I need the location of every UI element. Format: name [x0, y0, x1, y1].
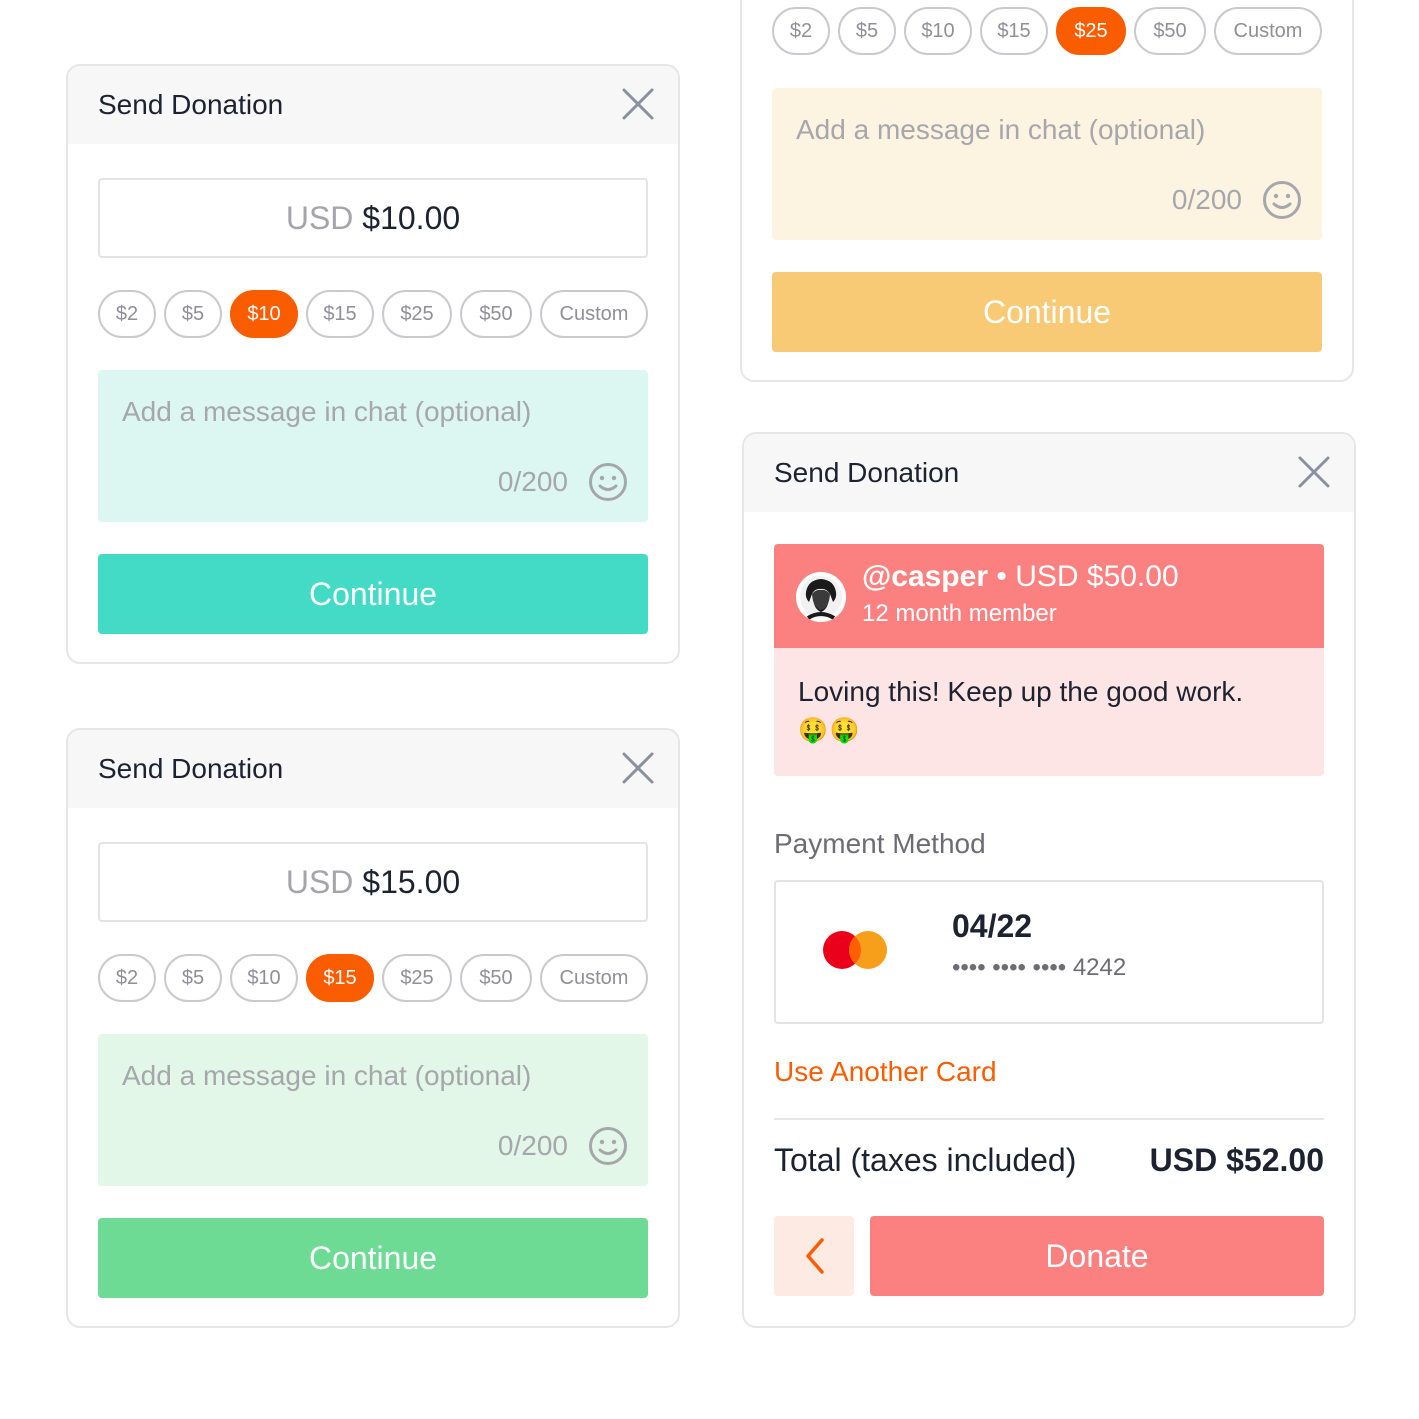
message-placeholder: Add a message in chat (optional)	[122, 1060, 532, 1091]
use-another-card-link[interactable]: Use Another Card	[774, 1056, 997, 1088]
chip-25[interactable]: $25	[382, 954, 452, 1002]
message-input[interactable]: Add a message in chat (optional) 0/200	[98, 370, 648, 522]
donate-confirm-card: Send Donation @casper • USD $50.00 12 mo…	[742, 432, 1356, 1328]
divider	[774, 1118, 1324, 1120]
donor-line: @casper • USD $50.00	[862, 560, 1179, 594]
amount-input[interactable]: USD $15.00	[98, 842, 648, 922]
card-header: Send Donation	[68, 730, 678, 808]
chip-custom[interactable]: Custom	[1214, 7, 1322, 55]
char-count: 0/200	[1171, 184, 1242, 215]
continue-button[interactable]: Continue	[98, 1218, 648, 1298]
smiley-icon[interactable]	[588, 462, 628, 502]
chip-custom[interactable]: Custom	[540, 954, 648, 1002]
chip-15[interactable]: $15	[980, 7, 1048, 55]
continue-button[interactable]: Continue	[772, 272, 1322, 352]
smiley-icon[interactable]	[1262, 180, 1302, 220]
chip-10[interactable]: $10	[230, 954, 298, 1002]
chip-10[interactable]: $10	[904, 7, 972, 55]
money-mouth-emoji: 🤑🤑	[798, 717, 862, 744]
smiley-icon[interactable]	[588, 1126, 628, 1166]
donation-amount: USD $50.00	[1015, 560, 1179, 593]
separator-dot: •	[996, 560, 1007, 593]
message-input[interactable]: Add a message in chat (optional) 0/200	[772, 88, 1322, 240]
payment-card-selector[interactable]: 04/22 •••• •••• •••• 4242	[774, 880, 1324, 1024]
close-icon[interactable]	[620, 750, 656, 786]
card-number: •••• •••• •••• 4242	[952, 954, 1127, 981]
chip-5[interactable]: $5	[838, 7, 896, 55]
donation-card-10: Send Donation USD $10.00 $2 $5 $10 $15 $…	[66, 64, 680, 664]
total-value: USD $52.00	[1149, 1142, 1324, 1178]
card-title: Send Donation	[774, 457, 960, 488]
currency-label: USD	[285, 864, 354, 900]
chip-custom[interactable]: Custom	[540, 290, 648, 338]
amount-chips: $2 $5 $10 $15 $25 $50 Custom	[98, 954, 648, 1002]
chip-5[interactable]: $5	[164, 290, 222, 338]
amount-value: $10.00	[362, 200, 461, 236]
close-icon[interactable]	[620, 86, 656, 122]
donate-button[interactable]: Donate	[870, 1216, 1324, 1296]
card-expiry: 04/22	[952, 908, 1033, 944]
card-header: Send Donation	[744, 434, 1354, 512]
total-label: Total (taxes included)	[774, 1142, 1077, 1178]
chip-2[interactable]: $2	[98, 290, 156, 338]
chip-2[interactable]: $2	[98, 954, 156, 1002]
chevron-left-icon	[806, 1238, 824, 1274]
membership-label: 12 month member	[862, 600, 1057, 627]
chip-25[interactable]: $25	[1056, 7, 1126, 55]
back-button[interactable]	[774, 1216, 854, 1296]
chip-10[interactable]: $10	[230, 290, 298, 338]
char-count: 0/200	[497, 466, 568, 497]
chip-5[interactable]: $5	[164, 954, 222, 1002]
donation-message: Loving this! Keep up the good work.	[798, 676, 1244, 707]
chip-25[interactable]: $25	[382, 290, 452, 338]
chip-50[interactable]: $50	[460, 290, 532, 338]
message-input[interactable]: Add a message in chat (optional) 0/200	[98, 1034, 648, 1186]
message-placeholder: Add a message in chat (optional)	[796, 114, 1206, 145]
chip-50[interactable]: $50	[460, 954, 532, 1002]
chip-15[interactable]: $15	[306, 290, 374, 338]
avatar	[796, 572, 846, 622]
continue-button[interactable]: Continue	[98, 554, 648, 634]
amount-chips: $2 $5 $10 $15 $25 $50 Custom	[98, 290, 648, 338]
donation-card-25: $2 $5 $10 $15 $25 $50 Custom Add a messa…	[740, 0, 1354, 382]
chip-15[interactable]: $15	[306, 954, 374, 1002]
amount-value: $15.00	[362, 864, 461, 900]
donation-preview-message: Loving this! Keep up the good work. 🤑🤑	[774, 648, 1324, 776]
currency-label: USD	[285, 200, 354, 236]
chip-2[interactable]: $2	[772, 7, 830, 55]
char-count: 0/200	[497, 1130, 568, 1161]
donation-card-15: Send Donation USD $15.00 $2 $5 $10 $15 $…	[66, 728, 680, 1328]
donation-preview-header: @casper • USD $50.00 12 month member	[774, 544, 1324, 648]
card-title: Send Donation	[98, 753, 284, 784]
mastercard-icon	[823, 931, 887, 969]
amount-chips: $2 $5 $10 $15 $25 $50 Custom	[772, 7, 1322, 55]
close-icon[interactable]	[1296, 454, 1332, 490]
chip-50[interactable]: $50	[1134, 7, 1206, 55]
card-header: Send Donation	[68, 66, 678, 144]
payment-method-label: Payment Method	[774, 828, 986, 859]
message-placeholder: Add a message in chat (optional)	[122, 396, 532, 427]
amount-input[interactable]: USD $10.00	[98, 178, 648, 258]
card-title: Send Donation	[98, 89, 284, 120]
donor-username: @casper	[862, 560, 988, 593]
